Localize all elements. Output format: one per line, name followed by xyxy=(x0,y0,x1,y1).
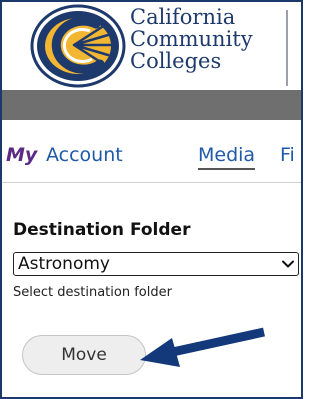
tab-account[interactable]: Account xyxy=(46,144,123,166)
destination-folder-hint: Select destination folder xyxy=(13,285,172,300)
screenshot-frame: California Community Colleges My Account… xyxy=(0,0,303,399)
brand-line-1: California xyxy=(130,5,236,29)
destination-folder-label: Destination Folder xyxy=(13,220,191,240)
brand-line-3: Colleges xyxy=(130,49,222,73)
tab-bar: My Account Media Fi xyxy=(2,120,301,183)
brand-name[interactable]: California Community Colleges xyxy=(130,6,253,72)
tab-files-truncated[interactable]: Fi xyxy=(280,144,295,166)
chevron-down-icon xyxy=(282,260,294,268)
header-divider xyxy=(286,10,288,86)
navigation-bar xyxy=(2,90,301,120)
tab-my[interactable]: My xyxy=(6,144,37,166)
selected-folder-value: Astronomy xyxy=(18,254,110,274)
brand-line-2: Community xyxy=(130,27,253,51)
tab-media[interactable]: Media xyxy=(198,144,256,170)
california-community-colleges-logo[interactable] xyxy=(30,4,126,88)
destination-folder-select[interactable]: Astronomy xyxy=(13,252,299,276)
arrow-left-icon xyxy=(140,327,265,367)
move-button[interactable]: Move xyxy=(22,335,146,375)
site-header: California Community Colleges xyxy=(2,2,301,90)
